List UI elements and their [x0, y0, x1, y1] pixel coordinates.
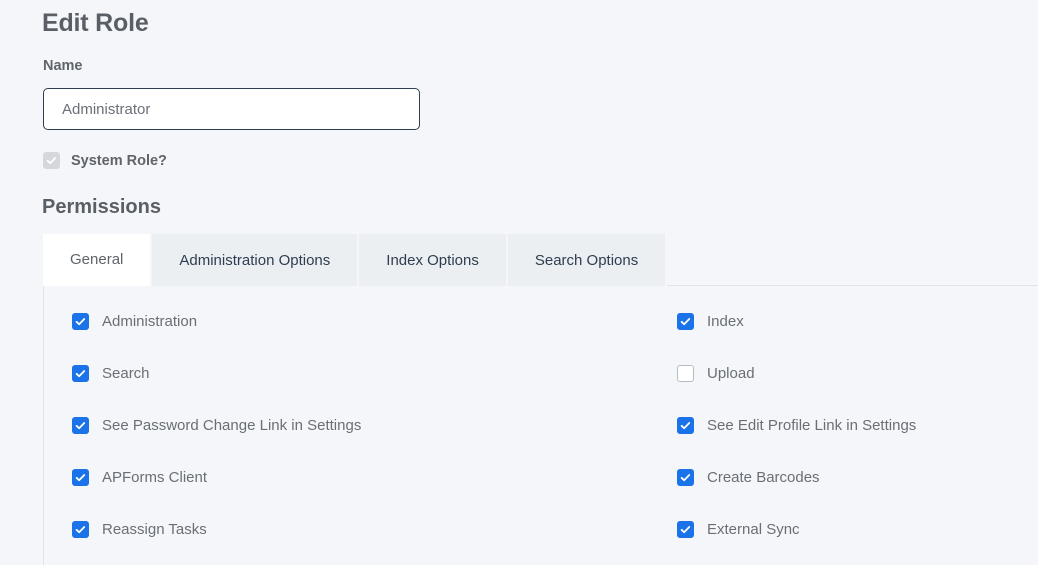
permission-row-apforms-client[interactable]: APForms Client — [72, 469, 207, 486]
tab-strip: General Administration Options Index Optio… — [43, 234, 1038, 286]
checkbox-create-barcodes[interactable] — [677, 469, 694, 486]
permission-label: Search — [102, 365, 150, 382]
permission-row-search[interactable]: Search — [72, 365, 150, 382]
checkbox-upload[interactable] — [677, 365, 694, 382]
permission-label: Administration — [102, 313, 198, 330]
permission-label: Reassign Tasks — [102, 521, 207, 538]
tab-label: Administration Options — [179, 251, 331, 269]
permission-label: See Password Change Link in Settings — [102, 417, 362, 434]
system-role-checkbox — [43, 152, 60, 169]
checkbox-see-password-change-link-in-settings[interactable] — [72, 417, 89, 434]
checkbox-administration[interactable] — [72, 313, 89, 330]
tab-label: Index Options — [386, 251, 479, 269]
checkbox-index[interactable] — [677, 313, 694, 330]
system-role-label: System Role? — [71, 152, 167, 169]
checkbox-external-sync[interactable] — [677, 521, 694, 538]
permission-row-see-edit-profile-link-in-settings[interactable]: See Edit Profile Link in Settings — [677, 417, 916, 434]
tab-administration-options[interactable]: Administration Options — [152, 234, 360, 286]
permissions-tabs: General Administration Options Index Optio… — [43, 234, 1038, 286]
permission-row-create-barcodes[interactable]: Create Barcodes — [677, 469, 820, 486]
permission-label: Create Barcodes — [707, 469, 820, 486]
tab-label: General — [70, 251, 124, 268]
permission-row-index[interactable]: Index — [677, 313, 744, 330]
edit-role-page: Edit Role Name System Role? Permissions … — [0, 0, 1038, 565]
name-input[interactable] — [43, 88, 420, 130]
page-title: Edit Role — [42, 9, 149, 37]
name-field-label: Name — [43, 58, 83, 74]
permission-label: APForms Client — [102, 469, 208, 486]
checkbox-reassign-tasks[interactable] — [72, 521, 89, 538]
system-role-checkbox-row[interactable]: System Role? — [43, 152, 167, 169]
permission-row-administration[interactable]: Administration — [72, 313, 197, 330]
checkbox-apforms-client[interactable] — [72, 469, 89, 486]
permissions-section-title: Permissions — [42, 196, 161, 218]
tab-general[interactable]: General — [43, 234, 153, 286]
checkbox-see-edit-profile-link-in-settings[interactable] — [677, 417, 694, 434]
permission-label: External Sync — [707, 521, 800, 538]
permission-row-upload[interactable]: Upload — [677, 365, 755, 382]
tab-label: Search Options — [534, 251, 639, 269]
checkbox-search[interactable] — [72, 365, 89, 382]
tab-search-options[interactable]: Search Options — [507, 234, 668, 286]
permission-label: See Edit Profile Link in Settings — [707, 417, 917, 434]
permission-row-see-password-change-link-in-settings[interactable]: See Password Change Link in Settings — [72, 417, 361, 434]
permission-label: Index — [707, 313, 744, 330]
permission-label: Upload — [707, 365, 755, 382]
permissions-panel: Administration Search See Password Change … — [43, 286, 1038, 565]
permission-row-reassign-tasks[interactable]: Reassign Tasks — [72, 521, 207, 538]
tab-index-options[interactable]: Index Options — [359, 234, 508, 286]
permission-row-external-sync[interactable]: External Sync — [677, 521, 800, 538]
